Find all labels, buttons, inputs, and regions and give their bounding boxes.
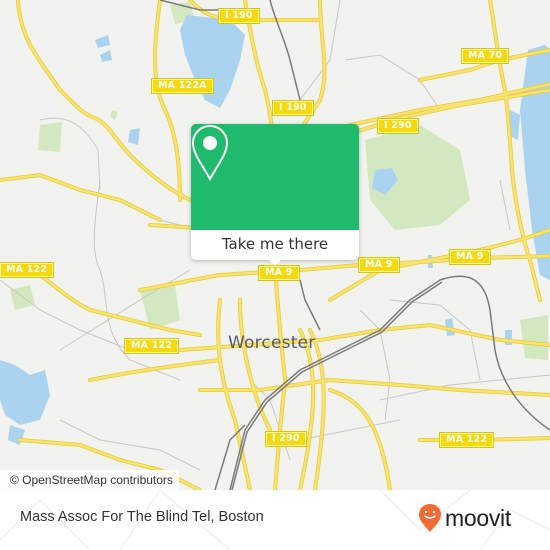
highway-shield-i290-south: I 290 xyxy=(265,431,307,447)
popup-pointer xyxy=(267,258,283,266)
moovit-wordmark: moovit xyxy=(445,504,511,531)
highway-shield-i190-north: I 190 xyxy=(218,8,260,24)
highway-shield-i290-north: I 290 xyxy=(377,118,419,134)
popup-header xyxy=(191,124,359,230)
map[interactable]: I 190 I 190 MA 122A MA 70 I 290 MA 122 M… xyxy=(0,0,550,490)
moovit-smiley-pin-icon xyxy=(419,504,441,532)
highway-shield-ma9-center: MA 9 xyxy=(258,265,300,281)
highway-shield-ma9-far-east: MA 9 xyxy=(449,249,491,265)
highway-shield-ma122-east: MA 122 xyxy=(438,432,495,448)
moovit-logo[interactable]: moovit xyxy=(418,503,511,533)
city-label-worcester: Worcester xyxy=(228,333,316,353)
highway-shield-ma122-west: MA 122 xyxy=(0,262,55,278)
highway-shield-ma70: MA 70 xyxy=(460,48,510,64)
highway-shield-ma122a: MA 122A xyxy=(151,78,214,94)
highway-shield-i190-south: I 190 xyxy=(272,100,314,116)
highway-shield-ma9-east: MA 9 xyxy=(358,257,400,273)
highway-shield-ma122-mid: MA 122 xyxy=(123,338,180,354)
map-attribution[interactable]: © OpenStreetMap contributors xyxy=(0,470,179,490)
map-pin-icon xyxy=(191,124,229,182)
location-popup: Take me there xyxy=(191,124,359,266)
place-title: Mass Assoc For The Blind Tel, Boston xyxy=(20,509,264,525)
take-me-there-button[interactable]: Take me there xyxy=(191,230,359,260)
